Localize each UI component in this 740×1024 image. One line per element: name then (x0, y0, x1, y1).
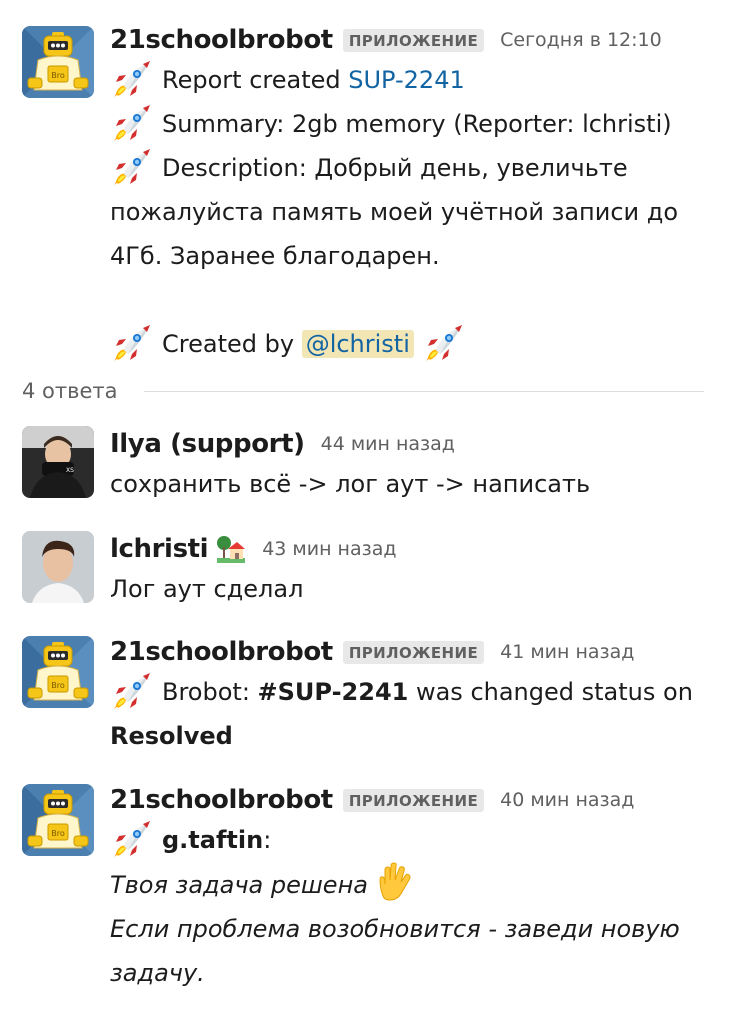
summary-text: Summary: 2gb memory (Reporter: lchristi) (162, 110, 672, 138)
replies-count: 4 ответа (22, 379, 118, 403)
avatar[interactable] (22, 531, 94, 603)
report-prefix: Report created (162, 66, 341, 94)
avatar[interactable] (22, 26, 94, 98)
app-badge: ПРИЛОЖЕНИЕ (342, 640, 485, 664)
assignee-name: g.taftin (162, 826, 264, 854)
timestamp[interactable]: 44 мин назад (321, 433, 455, 455)
rocket-icon (110, 146, 154, 186)
ticket-link[interactable]: SUP-2241 (348, 66, 464, 94)
app-badge: ПРИЛОЖЕНИЕ (342, 28, 485, 52)
summary-line: Summary: 2gb memory (Reporter: lchristi) (110, 102, 720, 146)
resolution-text: Твоя задача решена (110, 871, 368, 899)
timestamp[interactable]: 41 мин назад (500, 641, 634, 663)
author-name[interactable]: lchristi (110, 534, 209, 564)
vulcan-salute-icon (374, 862, 416, 902)
user-mention[interactable]: @lchristi (301, 330, 414, 358)
report-line: Report created SUP-2241 (110, 58, 720, 102)
svg-text:XS: XS (66, 467, 74, 474)
author-name[interactable]: 21schoolbrobot (110, 25, 333, 55)
timestamp[interactable]: 40 мин назад (500, 789, 634, 811)
author-name[interactable]: Ilya (support) (110, 429, 305, 459)
timestamp[interactable]: Сегодня в 12:10 (500, 29, 662, 51)
created-by-prefix: Created by (162, 330, 295, 358)
message-text: Лог аут сделал (110, 575, 304, 603)
avatar[interactable] (22, 784, 94, 856)
avatar[interactable]: XS (22, 426, 94, 498)
rocket-icon (110, 670, 154, 710)
rocket-icon (422, 322, 466, 362)
ticket-id: #SUP-2241 (257, 678, 409, 706)
rocket-icon (110, 58, 154, 98)
created-by-line: Created by @lchristi (110, 322, 720, 366)
resolution-line: Твоя задача решена (110, 862, 720, 907)
app-badge: ПРИЛОЖЕНИЕ (342, 788, 485, 812)
timestamp[interactable]: 43 мин назад (262, 538, 396, 560)
rocket-icon (110, 322, 154, 362)
description-text: Description: Добрый день, увеличьте пожа… (110, 154, 679, 270)
status-value: Resolved (110, 722, 233, 750)
author-name[interactable]: 21schoolbrobot (110, 785, 333, 815)
house-with-garden-icon (216, 534, 246, 564)
description-line: Description: Добрый день, увеличьте пожа… (110, 146, 720, 278)
replies-divider: 4 ответа (22, 376, 704, 406)
avatar[interactable] (22, 636, 94, 708)
rocket-icon (110, 102, 154, 142)
followup-text: Если проблема возобновится - заведи нову… (110, 915, 680, 987)
divider (143, 390, 704, 392)
assignee-suffix: : (263, 826, 272, 854)
status-middle: was changed status on (408, 678, 693, 706)
status-change-line: Brobot: #SUP-2241 was changed status on … (110, 670, 720, 758)
message-text: сохранить всё -> лог аут -> написать (110, 470, 591, 498)
status-prefix: Brobot: (162, 678, 258, 706)
assignee-line: g.taftin: (110, 818, 720, 862)
rocket-icon (110, 818, 154, 858)
author-name[interactable]: 21schoolbrobot (110, 637, 333, 667)
